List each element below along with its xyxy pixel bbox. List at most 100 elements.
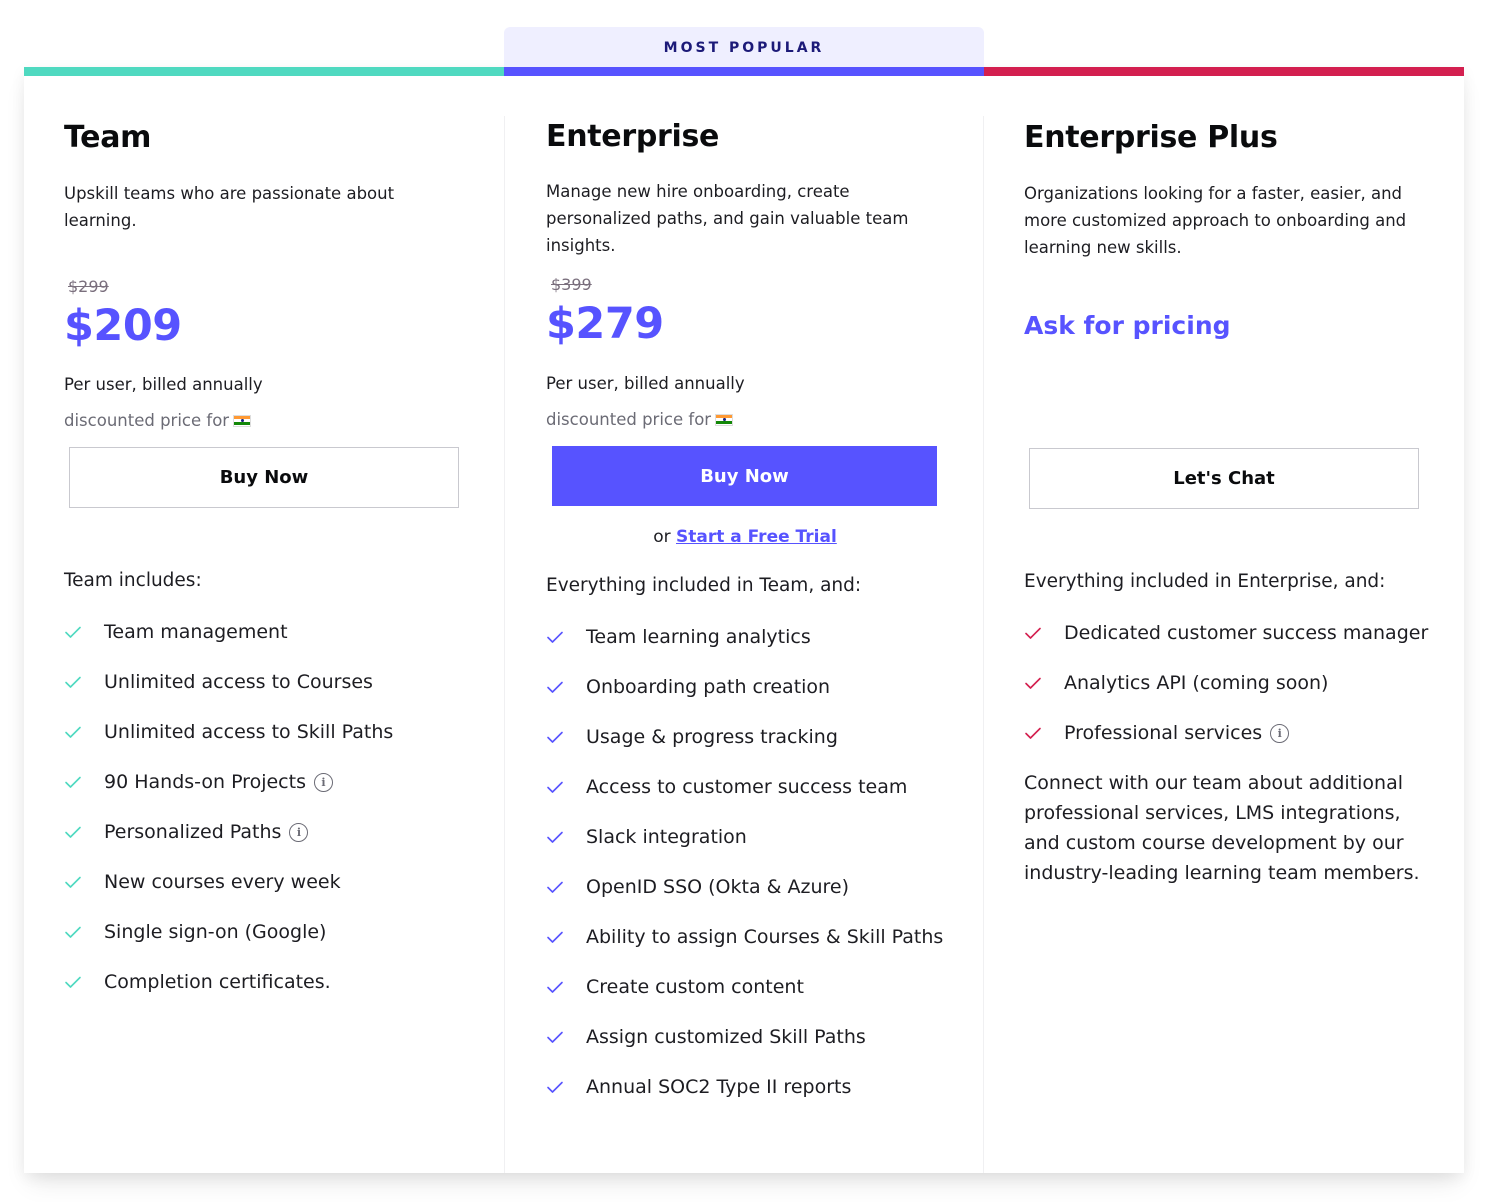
billing-period: Per user, billed annually <box>546 374 745 393</box>
feature-item: Completion certificates. <box>64 971 393 1021</box>
feature-label: Slack integration <box>586 826 747 848</box>
feature-list: Dedicated customer success manager Analyt… <box>1024 622 1428 772</box>
check-icon <box>546 776 586 794</box>
feature-label: Completion certificates. <box>104 971 331 993</box>
current-price: $209 <box>64 301 182 351</box>
feature-text: Access to customer success team <box>586 776 908 798</box>
most-popular-label: MOST POPULAR <box>663 40 825 56</box>
check-icon <box>546 926 586 944</box>
check-icon <box>64 971 104 989</box>
check-icon <box>546 676 586 694</box>
feature-text: Team learning analytics <box>586 626 811 648</box>
check-icon <box>64 671 104 689</box>
feature-item: Team management <box>64 621 393 671</box>
check-icon <box>64 721 104 739</box>
feature-text: Unlimited access to Skill Paths <box>104 721 394 743</box>
plan-title: Team <box>64 120 152 155</box>
check-icon <box>546 876 586 894</box>
check-icon <box>64 771 104 789</box>
feature-text: Slack integration <box>586 826 747 848</box>
feature-text: Ability to assign Courses & Skill Paths <box>586 926 944 948</box>
feature-text: Usage & progress tracking <box>586 726 838 748</box>
feature-label: Create custom content <box>586 976 804 998</box>
feature-list: Team learning analytics Onboarding path c… <box>546 626 943 1126</box>
check-icon <box>64 871 104 889</box>
discount-note: discounted price for <box>546 410 734 429</box>
feature-item: Create custom content <box>546 976 943 1026</box>
check-icon <box>546 1026 586 1044</box>
professional-services-note: Connect with our team about additional p… <box>1024 772 1420 884</box>
billing-period: Per user, billed annually <box>64 375 263 394</box>
feature-label: Team learning analytics <box>586 626 811 648</box>
india-flag-icon <box>233 414 252 427</box>
feature-item: 90 Hands-on Projects i <box>64 771 393 821</box>
check-icon <box>546 1076 586 1094</box>
feature-label: Professional services i <box>1064 722 1290 744</box>
plan-enterprise: Enterprise Manage new hire onboarding, c… <box>504 116 984 1173</box>
plan-description: Organizations looking for a faster, easi… <box>1024 184 1407 257</box>
feature-label: Usage & progress tracking <box>586 726 838 748</box>
check-icon <box>1024 722 1064 740</box>
lets-chat-button[interactable]: Let's Chat <box>1029 448 1419 509</box>
feature-item: Dedicated customer success manager <box>1024 622 1428 672</box>
feature-item: Ability to assign Courses & Skill Paths <box>546 926 943 976</box>
feature-text: Dedicated customer success manager <box>1064 622 1429 644</box>
current-price: $279 <box>546 299 664 349</box>
feature-item: Annual SOC2 Type II reports <box>546 1076 943 1126</box>
feature-item: Unlimited access to Courses <box>64 671 393 721</box>
feature-text: Annual SOC2 Type II reports <box>586 1076 852 1098</box>
plan-enterprise-plus: Enterprise Plus Organizations looking fo… <box>984 76 1464 1173</box>
discount-label: discounted price for <box>64 411 230 430</box>
start-free-trial-link[interactable]: Start a Free Trial <box>676 527 837 547</box>
enterprise-accent-bar <box>504 67 984 76</box>
feature-item: Analytics API (coming soon) <box>1024 672 1428 722</box>
info-icon[interactable]: i <box>313 772 333 792</box>
feature-text: Unlimited access to Courses <box>104 671 373 693</box>
enterprise-plus-accent-bar <box>984 67 1464 76</box>
feature-label: Dedicated customer success manager <box>1064 622 1428 644</box>
check-icon <box>546 826 586 844</box>
feature-label: Annual SOC2 Type II reports <box>586 1076 851 1098</box>
feature-item: Slack integration <box>546 826 943 876</box>
feature-text: Single sign-on (Google) <box>104 921 327 943</box>
feature-item: Onboarding path creation <box>546 676 943 726</box>
feature-label: Team management <box>104 621 288 643</box>
feature-label: Unlimited access to Courses <box>104 671 373 693</box>
feature-item: Single sign-on (Google) <box>64 921 393 971</box>
feature-label: Personalized Paths i <box>104 821 309 843</box>
feature-label: 90 Hands-on Projects i <box>104 771 333 793</box>
feature-text: Analytics API (coming soon) <box>1064 672 1329 694</box>
feature-label: Analytics API (coming soon) <box>1064 672 1328 694</box>
enterprise-buy-now-button[interactable]: Buy Now <box>552 446 937 506</box>
feature-label: Single sign-on (Google) <box>104 921 326 943</box>
team-buy-now-button[interactable]: Buy Now <box>69 447 459 508</box>
includes-heading: Everything included in Team, and: <box>546 575 862 596</box>
check-icon <box>1024 672 1064 690</box>
info-icon[interactable]: i <box>289 822 309 842</box>
check-icon <box>64 621 104 639</box>
feature-text: OpenID SSO (Okta & Azure) <box>586 876 850 898</box>
team-accent-bar <box>24 67 504 76</box>
original-price: $399 <box>551 275 592 294</box>
feature-item: New courses every week <box>64 871 393 921</box>
most-popular-badge: MOST POPULAR <box>504 27 984 69</box>
check-icon <box>64 921 104 939</box>
free-trial-line: or Start a Free Trial <box>505 527 985 547</box>
india-flag-icon <box>715 413 734 426</box>
plan-description: Manage new hire onboarding, create perso… <box>546 182 909 255</box>
feature-text: Onboarding path creation <box>586 676 831 698</box>
feature-text: 90 Hands-on Projects <box>104 771 306 793</box>
feature-label: Assign customized Skill Paths <box>586 1026 866 1048</box>
feature-item: Assign customized Skill Paths <box>546 1026 943 1076</box>
info-icon[interactable]: i <box>1270 723 1290 743</box>
check-icon <box>1024 622 1064 640</box>
feature-item: Team learning analytics <box>546 626 943 676</box>
feature-text: Professional services <box>1064 722 1263 744</box>
plan-description: Upskill teams who are passionate about l… <box>64 184 395 230</box>
discount-note: discounted price for <box>64 411 252 430</box>
feature-text: Assign customized Skill Paths <box>586 1026 866 1048</box>
feature-label: Unlimited access to Skill Paths <box>104 721 393 743</box>
trial-prefix: or <box>653 527 671 547</box>
feature-list: Team management Unlimited access to Cours… <box>64 621 393 1021</box>
feature-label: OpenID SSO (Okta & Azure) <box>586 876 849 898</box>
